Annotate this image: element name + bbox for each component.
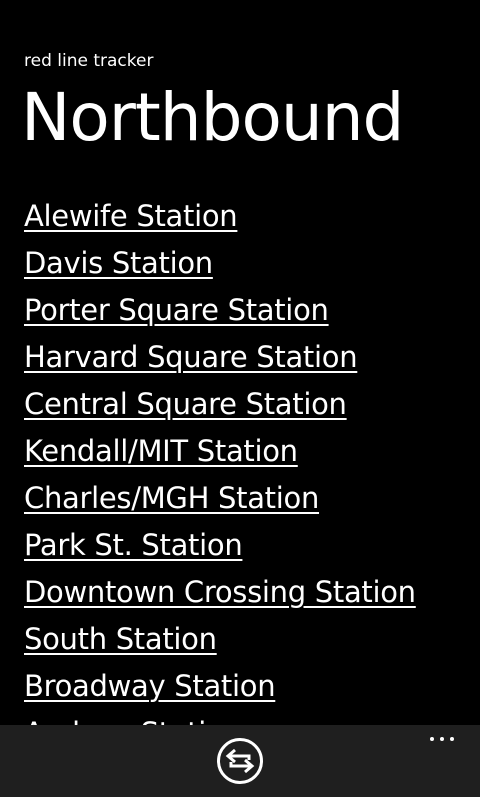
station-link-charles-mgh[interactable]: Charles/MGH Station: [24, 475, 480, 522]
station-link-harvard-square[interactable]: Harvard Square Station: [24, 334, 480, 381]
station-link-central-square[interactable]: Central Square Station: [24, 381, 480, 428]
station-link-broadway[interactable]: Broadway Station: [24, 663, 480, 710]
station-link-kendall-mit[interactable]: Kendall/MIT Station: [24, 428, 480, 475]
station-link-alewife[interactable]: Alewife Station: [24, 193, 480, 240]
station-link-porter-square[interactable]: Porter Square Station: [24, 287, 480, 334]
page-title: Northbound: [21, 79, 404, 156]
more-ellipsis-icon[interactable]: [430, 737, 456, 745]
switch-direction-button[interactable]: [216, 737, 264, 785]
ellipsis-dot: [430, 737, 434, 741]
station-link-davis[interactable]: Davis Station: [24, 240, 480, 287]
app-title: red line tracker: [24, 51, 154, 71]
station-link-andrew[interactable]: Andrew Station: [24, 710, 480, 725]
station-link-park-st[interactable]: Park St. Station: [24, 522, 480, 569]
application-bar: [0, 725, 480, 797]
station-link-downtown-crossing[interactable]: Downtown Crossing Station: [24, 569, 480, 616]
switch-direction-icon: [217, 738, 263, 784]
station-link-south[interactable]: South Station: [24, 616, 480, 663]
station-list[interactable]: Alewife Station Davis Station Porter Squ…: [24, 193, 480, 725]
ellipsis-dot: [440, 737, 444, 741]
ellipsis-dot: [450, 737, 454, 741]
